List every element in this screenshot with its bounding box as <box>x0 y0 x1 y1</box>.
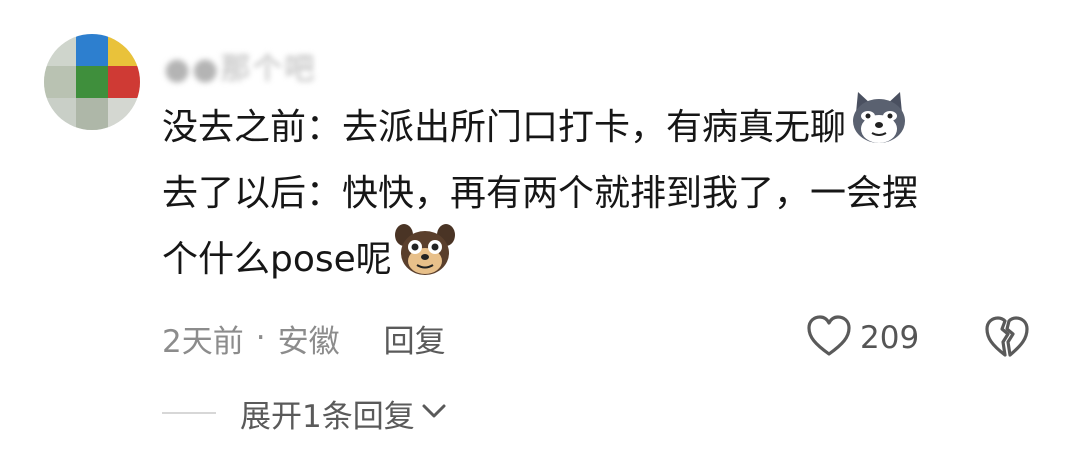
comment-text-1: 没去之前：去派出所门口打卡，有病真无聊 <box>162 107 847 148</box>
comment-meta: 2天前 · 安徽 回复 <box>162 315 446 361</box>
comment-body: 没去之前：去派出所门口打卡，有病真无聊 去了以后：快快，再有两个就排到我了，一会… <box>162 92 1042 293</box>
reply-button[interactable]: 回复 <box>384 316 446 361</box>
comment-text-2: 去了以后：快快，再有两个就排到我了，一会摆 <box>162 173 919 214</box>
comment-line-3: 个什么pose呢 <box>162 224 1042 293</box>
avatar[interactable] <box>44 34 140 130</box>
heart-icon <box>806 314 852 362</box>
broken-heart-icon <box>984 316 1030 365</box>
comment-location: 安徽 <box>277 323 340 360</box>
expand-replies-button[interactable]: 展开1条回复 <box>162 390 447 436</box>
comment-line-1: 没去之前：去派出所门口打卡，有病真无聊 <box>162 92 1042 161</box>
dislike-button[interactable] <box>984 315 1030 365</box>
like-count: 209 <box>860 320 920 356</box>
comment-time: 2天前 <box>162 323 244 360</box>
divider-line <box>162 412 216 414</box>
meta-separator: · <box>255 320 266 356</box>
like-button[interactable]: 209 <box>806 314 919 362</box>
expand-replies-label: 展开1条回复 <box>240 398 415 435</box>
username[interactable]: ●●那个吧 <box>164 44 316 88</box>
puppy-emoji-icon <box>394 219 456 301</box>
chevron-down-icon <box>421 402 447 424</box>
comment-text-3: 个什么pose呢 <box>162 239 392 280</box>
comment-line-2: 去了以后：快快，再有两个就排到我了，一会摆 <box>162 161 1042 227</box>
husky-emoji-icon <box>848 89 910 167</box>
